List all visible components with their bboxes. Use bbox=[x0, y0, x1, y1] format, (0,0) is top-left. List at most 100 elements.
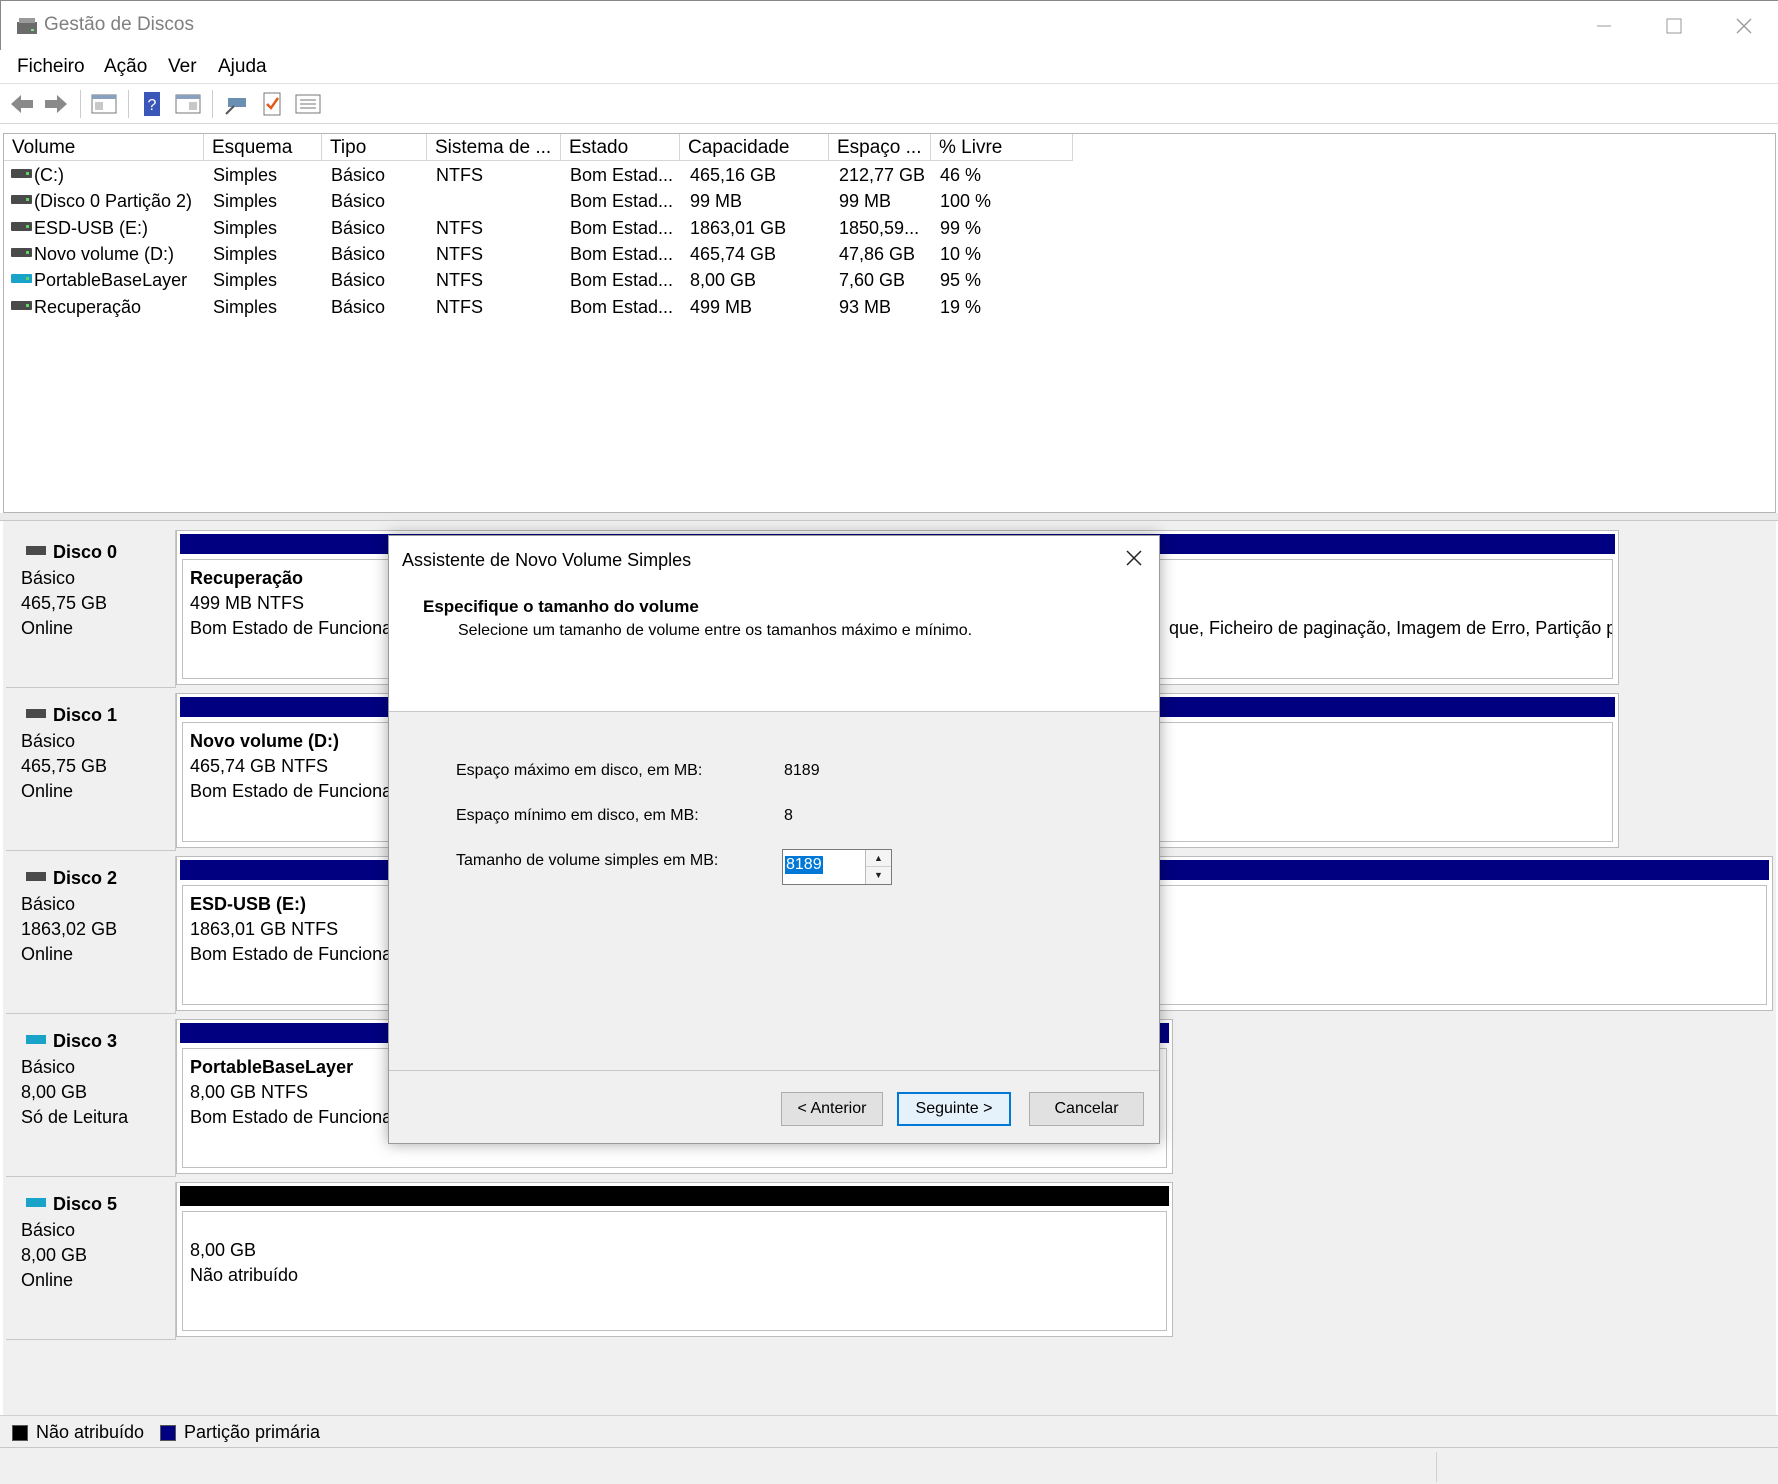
disk-0-label[interactable]: Disco 0 Básico 465,75 GB Online bbox=[6, 530, 176, 688]
disk-name: Disco 2 bbox=[53, 868, 118, 888]
footer-separator bbox=[389, 1070, 1159, 1071]
disk-5-label[interactable]: Disco 5 Básico 8,00 GB Online bbox=[6, 1182, 176, 1340]
forward-icon[interactable] bbox=[42, 90, 70, 118]
table-cell: Simples bbox=[213, 270, 278, 291]
table-cell: Bom Estad... bbox=[570, 243, 674, 264]
disk-status: Só de Leitura bbox=[21, 1107, 129, 1127]
table-cell: NTFS bbox=[436, 296, 483, 317]
toolbar-separator bbox=[212, 90, 213, 118]
disk-type: Básico bbox=[21, 1220, 76, 1240]
table-cell: Básico bbox=[331, 243, 386, 264]
table-row[interactable]: PortableBaseLayer Simples Básico NTFS Bom Es… bbox=[4, 268, 1104, 294]
table-cell: NTFS bbox=[436, 270, 483, 291]
column-header-tipo[interactable]: Tipo bbox=[322, 134, 427, 161]
disk-icon bbox=[26, 546, 46, 555]
check-icon[interactable] bbox=[258, 90, 286, 118]
maximize-button[interactable] bbox=[1639, 1, 1709, 51]
status-bar bbox=[0, 1447, 1778, 1484]
drive-icon bbox=[11, 221, 32, 231]
list-icon[interactable] bbox=[294, 90, 322, 118]
volume-size-input[interactable]: 8189 bbox=[785, 856, 823, 874]
menu-ajuda[interactable]: Ajuda bbox=[218, 56, 267, 78]
partition-c-state: que, Ficheiro de paginação, Imagem de Er… bbox=[1169, 618, 1613, 638]
cancel-button[interactable]: Cancelar bbox=[1029, 1092, 1144, 1126]
table-cell: 93 MB bbox=[839, 296, 892, 317]
disk-3-label[interactable]: Disco 3 Básico 8,00 GB Só de Leitura bbox=[6, 1019, 176, 1177]
volume-list[interactable]: Volume Esquema Tipo Sistema de ... Estad… bbox=[3, 133, 1776, 513]
close-button[interactable] bbox=[1709, 1, 1778, 51]
table-cell: 7,60 GB bbox=[839, 270, 906, 291]
table-cell: Básico bbox=[331, 165, 386, 185]
table-cell: 10 % bbox=[940, 243, 982, 264]
toolbar: ? bbox=[0, 84, 1778, 124]
column-header-sistema[interactable]: Sistema de ... bbox=[427, 134, 561, 161]
table-cell: Bom Estad... bbox=[570, 165, 674, 185]
properties-icon[interactable] bbox=[174, 90, 202, 118]
disk-name: Disco 5 bbox=[53, 1194, 118, 1214]
partition-size: 8,00 GB NTFS bbox=[190, 1082, 309, 1102]
volume-size-stepper[interactable]: 8189 ▲ ▼ bbox=[782, 849, 892, 885]
minimize-button[interactable] bbox=[1569, 1, 1639, 51]
help-icon[interactable]: ? bbox=[138, 90, 166, 118]
legend-unallocated-label: Não atribuído bbox=[36, 1422, 145, 1442]
legend: Não atribuído Partição primária bbox=[0, 1415, 1778, 1447]
table-cell: 47,86 GB bbox=[839, 243, 916, 264]
disk-icon bbox=[26, 709, 46, 718]
menu-acao[interactable]: Ação bbox=[104, 56, 147, 78]
decrement-button[interactable]: ▼ bbox=[866, 867, 891, 884]
table-cell: 99 MB bbox=[690, 191, 743, 212]
drive-icon bbox=[11, 169, 32, 178]
disk-icon bbox=[26, 872, 46, 881]
column-header-volume[interactable]: Volume bbox=[4, 134, 204, 161]
column-header-estado[interactable]: Estado bbox=[561, 134, 680, 161]
table-row[interactable]: Recuperação Simples Básico NTFS Bom Estad...… bbox=[4, 295, 1104, 321]
partition-name: Novo volume (D:) bbox=[190, 731, 340, 751]
up-arrow-icon: ▲ bbox=[874, 853, 883, 863]
disk-status: Online bbox=[21, 618, 74, 638]
pane-splitter[interactable] bbox=[0, 513, 1778, 521]
dialog-header: Especifique o tamanho do volume Selecion… bbox=[389, 580, 1159, 712]
connect-icon[interactable] bbox=[222, 90, 250, 118]
table-cell: (Disco 0 Partição 2) bbox=[34, 191, 193, 212]
partition-size: 499 MB NTFS bbox=[190, 593, 305, 613]
partition-name: ESD-USB (E:) bbox=[190, 894, 306, 914]
table-row[interactable]: Novo volume (D:) Simples Básico NTFS Bom Est… bbox=[4, 242, 1104, 268]
table-cell: Simples bbox=[213, 165, 278, 185]
column-header-capacidade[interactable]: Capacidade bbox=[680, 134, 829, 161]
disk-name: Disco 1 bbox=[53, 705, 118, 725]
table-cell: 19 % bbox=[940, 296, 982, 317]
disk-name: Disco 3 bbox=[53, 1031, 118, 1051]
menu-ver[interactable]: Ver bbox=[168, 56, 197, 78]
next-button[interactable]: Seguinte > bbox=[897, 1092, 1011, 1126]
menu-ficheiro[interactable]: Ficheiro bbox=[17, 56, 85, 78]
disk-2-label[interactable]: Disco 2 Básico 1863,02 GB Online bbox=[6, 856, 176, 1014]
partition-name: PortableBaseLayer bbox=[190, 1057, 354, 1077]
disk-size: 8,00 GB bbox=[21, 1082, 88, 1102]
table-row[interactable]: ESD-USB (E:) Simples Básico NTFS Bom Estad..… bbox=[4, 216, 1104, 242]
disk-1-label[interactable]: Disco 1 Básico 465,75 GB Online bbox=[6, 693, 176, 851]
legend-unallocated-swatch bbox=[12, 1425, 28, 1441]
table-row[interactable]: (C:) Simples Básico NTFS Bom Estad... 465,16 … bbox=[4, 163, 1104, 189]
disk-size: 8,00 GB bbox=[21, 1245, 88, 1265]
partition-state: Bom Estado de Funciona bbox=[190, 944, 393, 964]
table-cell: 1863,01 GB bbox=[690, 217, 787, 238]
disk-5-partition-strip[interactable]: 8,00 GB Não atribuído bbox=[176, 1182, 1173, 1337]
removable-disk-icon bbox=[26, 1198, 46, 1207]
back-icon[interactable] bbox=[8, 90, 36, 118]
column-header-esquema[interactable]: Esquema bbox=[204, 134, 322, 161]
svg-text:?: ? bbox=[148, 97, 157, 114]
unallocated-size: 8,00 GB bbox=[188, 1240, 261, 1261]
increment-button[interactable]: ▲ bbox=[866, 850, 891, 867]
column-header-espaco[interactable]: Espaço ... bbox=[829, 134, 931, 161]
console-tree-icon[interactable] bbox=[90, 90, 118, 118]
partition-size: 1863,01 GB NTFS bbox=[190, 919, 339, 939]
unallocated-bar bbox=[180, 1186, 1169, 1206]
dialog-close-button[interactable] bbox=[1109, 536, 1159, 580]
back-button[interactable]: < Anterior bbox=[781, 1092, 883, 1126]
menu-bar: Ficheiro Ação Ver Ajuda bbox=[0, 50, 1778, 84]
down-arrow-icon: ▼ bbox=[874, 870, 883, 880]
table-row[interactable]: (Disco 0 Partição 2) Simples Básico Bom Est… bbox=[4, 189, 1104, 215]
column-header-livre[interactable]: % Livre bbox=[931, 134, 1073, 161]
stepper-arrows: ▲ ▼ bbox=[865, 850, 891, 884]
unallocated-space[interactable]: 8,00 GB Não atribuído bbox=[182, 1211, 1167, 1331]
